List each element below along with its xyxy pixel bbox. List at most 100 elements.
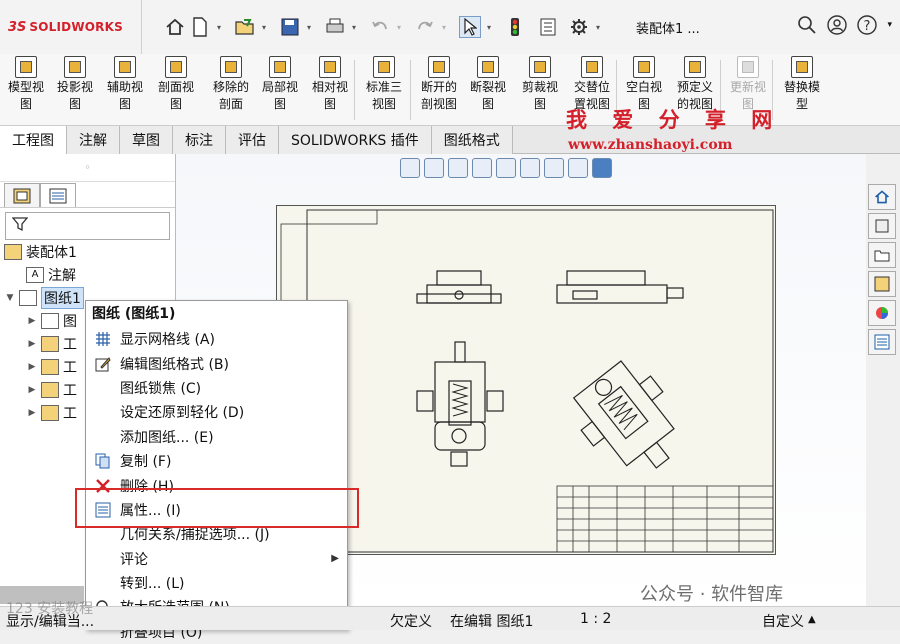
pan-icon[interactable] — [472, 158, 492, 178]
ribbon-label-line1: 更新视 — [729, 80, 766, 94]
chevron-down-icon[interactable]: ▾ — [484, 23, 494, 32]
appearances-icon[interactable] — [868, 300, 896, 326]
context-menu-item[interactable]: 设定还原到轻化 (D) — [86, 400, 347, 424]
rotate-icon[interactable] — [496, 158, 516, 178]
tree-node-annotations[interactable]: A 注解 — [0, 263, 176, 286]
chevron-right-icon[interactable]: ▶ — [26, 385, 38, 395]
ribbon-button[interactable]: 模型视图 — [0, 54, 52, 126]
ribbon-button[interactable]: 移除的 剖面 — [205, 54, 257, 126]
ribbon-label-line2: 图 — [118, 97, 131, 111]
tree-node-assembly[interactable]: 装配体1 — [0, 240, 176, 263]
gear-icon[interactable] — [568, 16, 590, 38]
chevron-right-icon[interactable]: ▶ — [26, 339, 38, 349]
context-menu-item[interactable]: 图纸锁焦 (C) — [86, 376, 347, 400]
zoom-to-area-icon[interactable] — [424, 158, 444, 178]
display-style-icon[interactable] — [544, 158, 564, 178]
ribbon-button[interactable]: 替换模型 — [774, 54, 830, 126]
new-document-icon[interactable] — [189, 16, 211, 38]
ribbon-label-line1: 空白视 — [625, 80, 662, 94]
chevron-down-icon[interactable]: ▾ — [887, 15, 892, 39]
tab-0[interactable]: 工程图 — [0, 126, 67, 154]
context-menu-item[interactable]: 显示网格线 (A) — [86, 327, 347, 351]
chevron-down-icon[interactable]: ▾ — [394, 23, 404, 32]
panel-tabs — [0, 182, 175, 208]
home-icon[interactable] — [868, 184, 896, 210]
chevron-down-icon[interactable]: ▾ — [259, 23, 269, 32]
ribbon-button[interactable]: 断裂视图 — [462, 54, 514, 126]
ribbon-command-icon — [684, 56, 706, 78]
ribbon-button[interactable]: 标准三 视图 — [358, 54, 410, 126]
undo-icon[interactable] — [369, 16, 391, 38]
panel-splitter[interactable]: ◦ — [0, 154, 175, 182]
chevron-down-icon[interactable]: ▼ — [4, 293, 16, 303]
ribbon-button[interactable]: 断开的 剖视图 — [412, 54, 466, 126]
design-library-icon[interactable] — [868, 213, 896, 239]
redo-icon[interactable] — [414, 16, 436, 38]
tab-3[interactable]: 标注 — [173, 126, 226, 154]
ribbon-label-line2: 图 — [533, 97, 546, 111]
chevron-up-icon[interactable]: ▲ — [808, 614, 816, 625]
chevron-down-icon[interactable]: ▾ — [214, 23, 224, 32]
view-palette-icon[interactable] — [868, 271, 896, 297]
context-menu-item[interactable]: 编辑图纸格式 (B) — [86, 351, 347, 375]
tab-6[interactable]: 图纸格式 — [431, 126, 513, 154]
select-cursor-icon[interactable] — [459, 16, 481, 38]
property-manager-tab-icon[interactable] — [40, 183, 76, 207]
file-properties-icon[interactable] — [537, 16, 559, 38]
ribbon-label-line2: 图 — [169, 97, 182, 111]
context-menu-item[interactable]: 复制 (F) — [86, 449, 347, 473]
open-folder-icon[interactable] — [234, 16, 256, 38]
save-icon[interactable] — [279, 16, 301, 38]
zoom-in-out-icon[interactable] — [448, 158, 468, 178]
chevron-right-icon[interactable]: ▶ — [26, 408, 38, 418]
solidworks-logo[interactable]: 3S SOLIDWORKS — [0, 0, 142, 54]
chevron-down-icon[interactable]: ▾ — [304, 23, 314, 32]
drawing-doc-icon — [4, 243, 22, 260]
status-bar: 显示/编辑当... 欠定义 在编辑 图纸1 1 : 2 自定义 ▲ — [0, 606, 900, 630]
ribbon-label-line1: 移除的 — [212, 80, 249, 94]
tab-1[interactable]: 注解 — [67, 126, 120, 154]
status-scale[interactable]: 1 : 2 — [580, 611, 611, 627]
tab-5[interactable]: SOLIDWORKS 插件 — [279, 126, 432, 154]
tree-node-label: 工 — [63, 382, 77, 399]
user-icon[interactable] — [827, 15, 848, 39]
feature-manager-tab-icon[interactable] — [4, 183, 40, 207]
tree-node-label: 图 — [63, 313, 77, 330]
ribbon-button[interactable]: 剪裁视图 — [514, 54, 566, 126]
highlight-box — [75, 488, 359, 528]
home-icon[interactable] — [164, 16, 186, 38]
context-menu-item-label: 复制 (F) — [120, 454, 172, 471]
ribbon-button[interactable]: 局部视图 — [255, 54, 305, 126]
traffic-light-icon[interactable] — [504, 16, 526, 38]
search-icon[interactable] — [797, 15, 817, 39]
file-explorer-icon[interactable] — [868, 242, 896, 268]
zoom-to-fit-icon[interactable] — [400, 158, 420, 178]
ribbon-button[interactable]: 剖面视图 — [150, 54, 202, 126]
view-icon — [41, 404, 59, 421]
ribbon-button[interactable]: 投影视图 — [50, 54, 100, 126]
ribbon-button[interactable]: 相对视图 — [305, 54, 355, 126]
tab-2[interactable]: 草图 — [120, 126, 173, 154]
ribbon-command-icon — [319, 56, 341, 78]
chevron-right-icon[interactable]: ▶ — [26, 362, 38, 372]
chevron-down-icon[interactable]: ▾ — [439, 23, 449, 32]
print-icon[interactable] — [324, 16, 346, 38]
chevron-right-icon[interactable]: ▶ — [26, 316, 38, 326]
hide-show-icon[interactable] — [568, 158, 588, 178]
appearance-icon[interactable] — [592, 158, 612, 178]
annotation-icon: A — [26, 266, 44, 283]
view-settings-icon[interactable] — [520, 158, 540, 178]
tab-4[interactable]: 评估 — [226, 126, 279, 154]
context-menu-item[interactable]: 转到... (L) — [86, 571, 347, 595]
context-menu-item[interactable]: 评论 ▶ — [86, 547, 347, 571]
ribbon-label-line1: 局部视 — [261, 80, 298, 94]
context-menu-header: 图纸 (图纸1) — [92, 306, 176, 322]
chevron-down-icon[interactable]: ▾ — [349, 23, 359, 32]
custom-properties-icon[interactable] — [868, 329, 896, 355]
ribbon-button[interactable]: 辅助视图 — [100, 54, 150, 126]
context-menu-item[interactable]: 添加图纸... (E) — [86, 425, 347, 449]
help-icon[interactable]: ? — [857, 15, 878, 39]
status-custom-units[interactable]: 自定义 — [762, 611, 804, 631]
chevron-down-icon[interactable]: ▾ — [593, 23, 603, 32]
filter-field[interactable] — [5, 212, 170, 240]
